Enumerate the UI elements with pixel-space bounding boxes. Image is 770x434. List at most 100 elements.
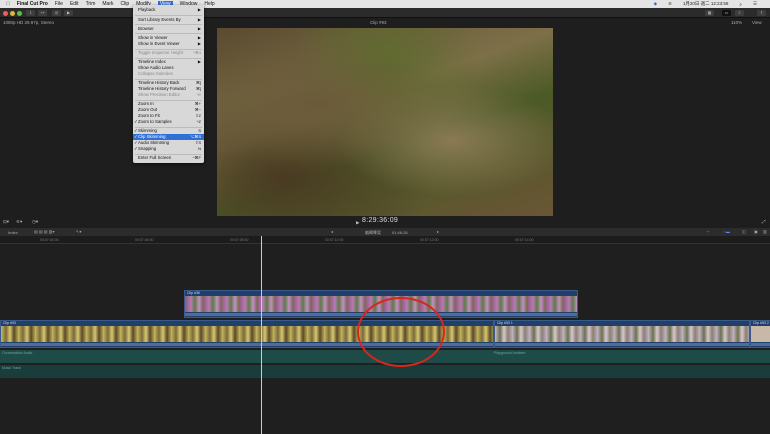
wifi-icon[interactable]: ≋ [668, 1, 672, 7]
clip-label: Clip #93 1 [497, 321, 513, 325]
effects-browser-icon[interactable]: ▥ [763, 229, 767, 234]
menu-item-label: Skimming [138, 128, 157, 133]
ruler-tick: 00:07:04:00 [40, 238, 59, 242]
status-area: ◆ ≋ 1月20日 週二 12:23:59 ⌕ ☰ [654, 0, 764, 8]
speed-icon[interactable]: ◷▾ [32, 219, 38, 225]
inspector-toggle-icon[interactable]: ≡ [735, 10, 744, 16]
timeline-ruler[interactable]: 00:07:04:00 00:07:06:00 00:07:08:00 00:0… [0, 236, 770, 244]
crop-icon[interactable]: ⊡▾ [3, 219, 9, 225]
ruler-tick: 00:07:06:00 [135, 238, 154, 242]
menu-item-label: Snapping [138, 146, 157, 151]
viewer-image [217, 28, 553, 216]
menu-item-enter-full-screen[interactable]: Enter Full Screen ^⌘F [133, 155, 204, 161]
back-icon[interactable]: ◂ [331, 229, 333, 234]
clip-appearance-icon[interactable]: ▣ [754, 229, 758, 234]
menu-item-label: Clip Skimming [138, 134, 166, 139]
clip-label: Clip #36 [187, 291, 200, 295]
menu-item-browser[interactable]: Browser ▶ [133, 26, 204, 32]
close-button[interactable] [3, 10, 8, 16]
menu-trim[interactable]: Trim [86, 1, 96, 7]
audio-lane[interactable]: Music Track [0, 365, 770, 378]
ruler-tick: 00:07:10:00 [325, 238, 344, 242]
import-icon[interactable]: ⇩ [26, 10, 35, 16]
clip-audio [751, 343, 770, 346]
tool-select-icon[interactable]: ↖▾ [76, 229, 81, 234]
menu-item-shortcut: ▶ [197, 26, 201, 31]
playhead[interactable] [261, 236, 262, 434]
menu-mark[interactable]: Mark [102, 1, 113, 7]
background-tasks-icon[interactable]: ◎ [52, 10, 61, 16]
menu-item-toggle-inspector-height[interactable]: Toggle Inspector Height ^⌘4 [133, 50, 204, 56]
menu-item-label: Zoom to Fit [138, 113, 160, 118]
menu-item-label: Browser [138, 26, 154, 31]
checkmark-icon: ✓ [134, 146, 138, 151]
menu-file[interactable]: File [55, 1, 63, 7]
clock[interactable]: 1月20日 週二 12:23:59 [683, 1, 729, 7]
menu-item-label: Timeline History Back [138, 80, 180, 85]
menu-item-show-in-event-viewer[interactable]: Show in Event Viewer ▶ [133, 41, 204, 47]
fullscreen-icon[interactable]: ⤢ [762, 219, 766, 224]
timecode-display[interactable]: 8:29:36:09 [362, 217, 398, 224]
menu-item-playback[interactable]: Playback ▶ [133, 7, 204, 13]
view-menu: Playback ▶ Sort Library Events By ▶ Browser ▶… [133, 5, 204, 163]
menu-item-shortcut: N [198, 146, 201, 151]
menu-item-sort-library-events-by[interactable]: Sort Library Events By ▶ [133, 17, 204, 23]
ruler-tick: 00:07:14:00 [515, 238, 534, 242]
menu-item-shortcut: ^⌘F [192, 155, 201, 160]
play-icon[interactable]: ▶ [64, 10, 73, 16]
keyword-icon[interactable]: ⊶ [38, 10, 47, 16]
menu-item-label: Timeline History Forward [138, 86, 186, 91]
project-duration: 01:46:28 [392, 229, 408, 235]
menu-edit[interactable]: Edit [70, 1, 79, 7]
minimize-button[interactable] [10, 10, 15, 16]
solo-icon[interactable]: ◫ [742, 229, 746, 234]
toolbar: ⇩ ⊶ ◎ ▶ ▦ ▭ ≡ ⇪ [0, 8, 770, 18]
primary-clip[interactable]: Clip #93 2 [750, 320, 770, 348]
menu-item-label: Show Audio Lanes [138, 65, 174, 70]
menu-item-show-precision-editor[interactable]: Show Precision Editor ^E [133, 92, 204, 98]
menu-item-zoom-to-samples[interactable]: ✓ Zoom to Samples ^Z [133, 119, 204, 125]
apple-icon[interactable]:  [6, 1, 10, 7]
index-button[interactable]: Index [8, 230, 18, 235]
edit-buttons[interactable]: ▤ ▤ ▤ ▥▾ [34, 229, 54, 234]
skimming-icon[interactable]: ⊸ [706, 229, 709, 234]
audio-lane-label: Music Track [2, 366, 21, 370]
menu-app[interactable]: Final Cut Pro [17, 1, 48, 7]
zoom-button[interactable] [17, 10, 22, 16]
clip-audio [495, 343, 749, 346]
search-icon[interactable]: ⌕ [739, 2, 742, 7]
dropbox-icon[interactable]: ◆ [654, 1, 657, 7]
menu-item-label: Zoom Out [138, 107, 158, 112]
libraries-toggle-icon[interactable]: ▦ [705, 10, 714, 16]
checkmark-icon: ✓ [134, 119, 138, 124]
view-dropdown[interactable]: View [752, 20, 762, 25]
share-icon[interactable]: ⇪ [757, 10, 766, 16]
clip-filmstrip [495, 326, 749, 342]
enhance-icon[interactable]: ⚟▾ [16, 219, 22, 225]
menu-help[interactable]: Help [204, 1, 214, 7]
menu-item-label: Zoom In [138, 101, 154, 106]
annotation-circle [357, 297, 445, 367]
primary-clip[interactable]: Clip #93 1 [494, 320, 750, 348]
timeline-header: Index ▤ ▤ ▤ ▥▾ ↖▾ ◂ 編輯專案 01:46:28 ▸ ⊸ ∩▬… [0, 228, 770, 236]
menu-item-label: Show in Event Viewer [138, 41, 180, 46]
menu-item-label: Audio Skimming [138, 140, 170, 145]
menu-item-shortcut: ^E [196, 92, 201, 97]
timeline-toggle-icon[interactable]: ▭ [722, 10, 731, 16]
project-name[interactable]: 編輯專案 [365, 230, 381, 236]
ruler-tick: 00:07:12:00 [420, 238, 439, 242]
menu-clip[interactable]: Clip [121, 1, 130, 7]
zoom-dropdown[interactable]: 110% [731, 20, 742, 25]
menu-item-shortcut: ▶ [197, 17, 201, 22]
audio-lane-label: Conversation Audio [2, 351, 33, 355]
menu-item-label: Sort Library Events By [138, 17, 181, 22]
clip-title: Clip #93 [370, 20, 387, 25]
menu-item-snapping[interactable]: ✓ Snapping N [133, 146, 204, 152]
menu-item-label: Enter Full Screen [138, 155, 172, 160]
audio-skimming-icon[interactable]: ∩▬ [723, 229, 730, 234]
list-icon[interactable]: ☰ [753, 1, 757, 7]
menu-bar:  Final Cut Pro File Edit Trim Mark Clip… [0, 0, 770, 8]
play-button[interactable]: ▶ [356, 220, 359, 226]
forward-icon[interactable]: ▸ [437, 229, 439, 234]
menu-item-collapse-subroles[interactable]: Collapse Subroles [133, 71, 204, 77]
